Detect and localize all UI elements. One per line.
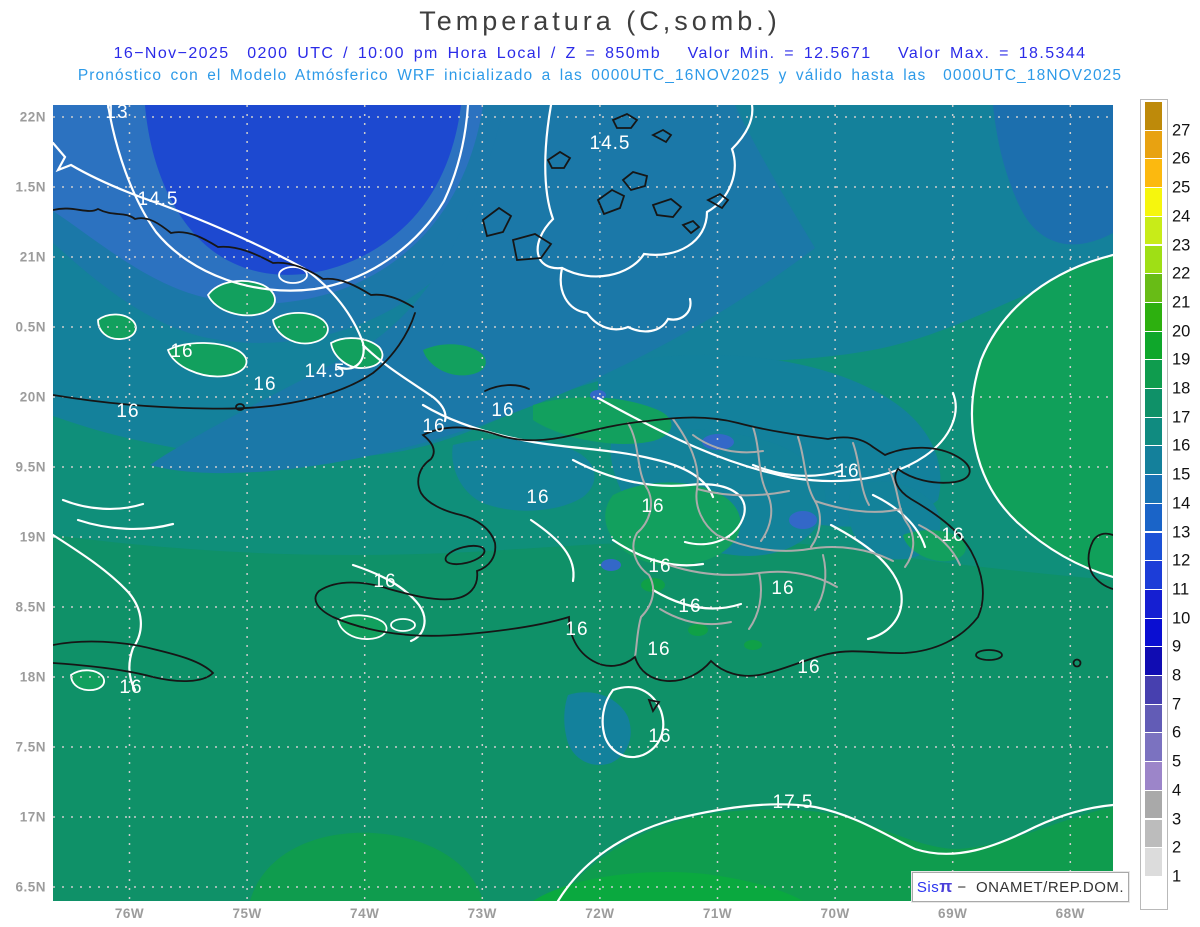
colorbar-tick-label: 3 <box>1172 810 1182 828</box>
lat-tick-label: 18N <box>19 669 46 685</box>
lon-tick-label: 70W <box>820 906 850 921</box>
colorbar-segment <box>1145 503 1162 532</box>
lon-tick-label: 73W <box>467 906 497 921</box>
colorbar-segment <box>1145 589 1162 618</box>
colorbar-segment <box>1145 302 1162 331</box>
colorbar-segment <box>1145 561 1162 589</box>
colorbar-tick-label: 20 <box>1172 322 1191 341</box>
subtitle-model-info: Pronóstico con el Modelo Atmósferico WRF… <box>77 67 1123 84</box>
colorbar-tick-label: 13 <box>1172 523 1191 541</box>
sispi-logo: Sis <box>916 878 940 896</box>
lat-tick-label: 1.5N <box>15 179 46 195</box>
colorbar-tick-label: 9 <box>1172 637 1182 656</box>
weather-map-page: { "title": "Temperatura (C,somb.)", "hea… <box>0 0 1200 927</box>
colorbar-segment <box>1145 704 1162 733</box>
lon-tick-label: 71W <box>702 906 733 921</box>
colorbar-tick-label: 6 <box>1172 723 1182 742</box>
lat-tick-label: 19N <box>19 529 46 545</box>
colorbar-tick-label: 15 <box>1172 465 1191 484</box>
page-title: Temperatura (C,somb.) <box>419 6 781 36</box>
colorbar-segment <box>1145 417 1162 446</box>
colorbar-segment <box>1145 790 1162 819</box>
colorbar-tick-label: 25 <box>1172 178 1191 197</box>
lat-tick-label: 9.5N <box>15 459 46 475</box>
lon-tick-label: 75W <box>232 906 262 921</box>
colorbar-segment <box>1145 647 1162 675</box>
lat-tick-label: 22N <box>19 109 46 125</box>
colorbar-tick-label: 27 <box>1172 121 1191 140</box>
colorbar-segment <box>1145 216 1162 245</box>
lat-tick-label: 0.5N <box>15 319 46 335</box>
lat-tick-label: 20N <box>19 389 46 405</box>
colorbar-segment <box>1145 532 1162 561</box>
map-canvas <box>53 105 1113 901</box>
colorbar-tick-label: 21 <box>1172 293 1191 312</box>
colorbar-segment <box>1145 475 1162 503</box>
attribution-box: Sis π − ONAMET/REP.DOM. <box>912 872 1129 902</box>
colorbar-tick-label: 16 <box>1172 436 1191 455</box>
colorbar-tick-label: 26 <box>1172 149 1191 168</box>
colorbar-segment <box>1145 876 1162 905</box>
lat-tick-label: 8.5N <box>15 599 46 615</box>
colorbar-segment <box>1145 274 1162 302</box>
colorbar-tick-label: 10 <box>1172 609 1191 628</box>
lon-tick-label: 76W <box>114 906 145 921</box>
lat-tick-label: 6.5N <box>15 879 46 895</box>
colorbar-segment <box>1145 762 1162 790</box>
subtitle-datetime-minmax: 16−Nov−2025 0200 UTC / 10:00 pm Hora Loc… <box>113 45 1087 62</box>
colorbar-tick-label: 17 <box>1172 408 1191 427</box>
colorbar-segment <box>1145 331 1162 360</box>
colorbar-tick-label: 22 <box>1172 264 1191 283</box>
colorbar-segment <box>1145 819 1162 848</box>
colorbar-segment <box>1145 159 1162 188</box>
colorbar-segment <box>1145 848 1162 876</box>
colorbar-tick-label: 4 <box>1172 781 1182 800</box>
colorbar-tick-label: 19 <box>1172 350 1191 369</box>
colorbar-segment <box>1145 446 1162 475</box>
colorbar-tick-label: 7 <box>1172 695 1182 714</box>
forecast-map: 13 14.5 14.5 14.5 16 16 16 16 16 16 16 16 16 16 16 16 16… <box>53 102 1113 901</box>
attribution-separator: − <box>952 878 977 896</box>
colorbar-segment <box>1145 618 1162 647</box>
colorbar-segment <box>1145 102 1162 130</box>
colorbar-tick-label: 23 <box>1172 236 1191 254</box>
lon-tick-label: 74W <box>350 906 380 921</box>
colorbar-tick-label: 11 <box>1172 580 1190 599</box>
colorbar-segment <box>1145 360 1162 388</box>
colorbar-segment <box>1145 245 1162 274</box>
colorbar-segment <box>1145 676 1162 704</box>
colorbar-tick-label: 18 <box>1172 379 1191 398</box>
colorbar-segment <box>1145 188 1162 216</box>
colorbar-tick-label: 8 <box>1172 666 1182 685</box>
colorbar-segment <box>1145 733 1162 762</box>
colorbar-tick-label: 1 <box>1172 867 1182 886</box>
colorbar-tick-label: 24 <box>1172 207 1191 226</box>
colorbar-tick-label: 12 <box>1172 551 1191 570</box>
pi-glyph: π <box>939 877 953 896</box>
lon-tick-label: 68W <box>1055 906 1085 921</box>
colorbar-segment <box>1145 130 1162 159</box>
lat-tick-label: 7.5N <box>15 739 46 755</box>
colorbar-tick-label: 5 <box>1172 752 1182 771</box>
colorbar-tick-label: 14 <box>1172 494 1191 513</box>
lon-tick-label: 72W <box>585 906 615 921</box>
lon-tick-label: 69W <box>938 906 968 921</box>
colorbar-segment <box>1145 389 1162 417</box>
colorbar-tick-label: 2 <box>1172 838 1182 857</box>
lat-tick-label: 17N <box>19 809 46 825</box>
lat-tick-label: 21N <box>19 249 46 265</box>
attribution-org: ONAMET/REP.DOM. <box>976 878 1125 896</box>
